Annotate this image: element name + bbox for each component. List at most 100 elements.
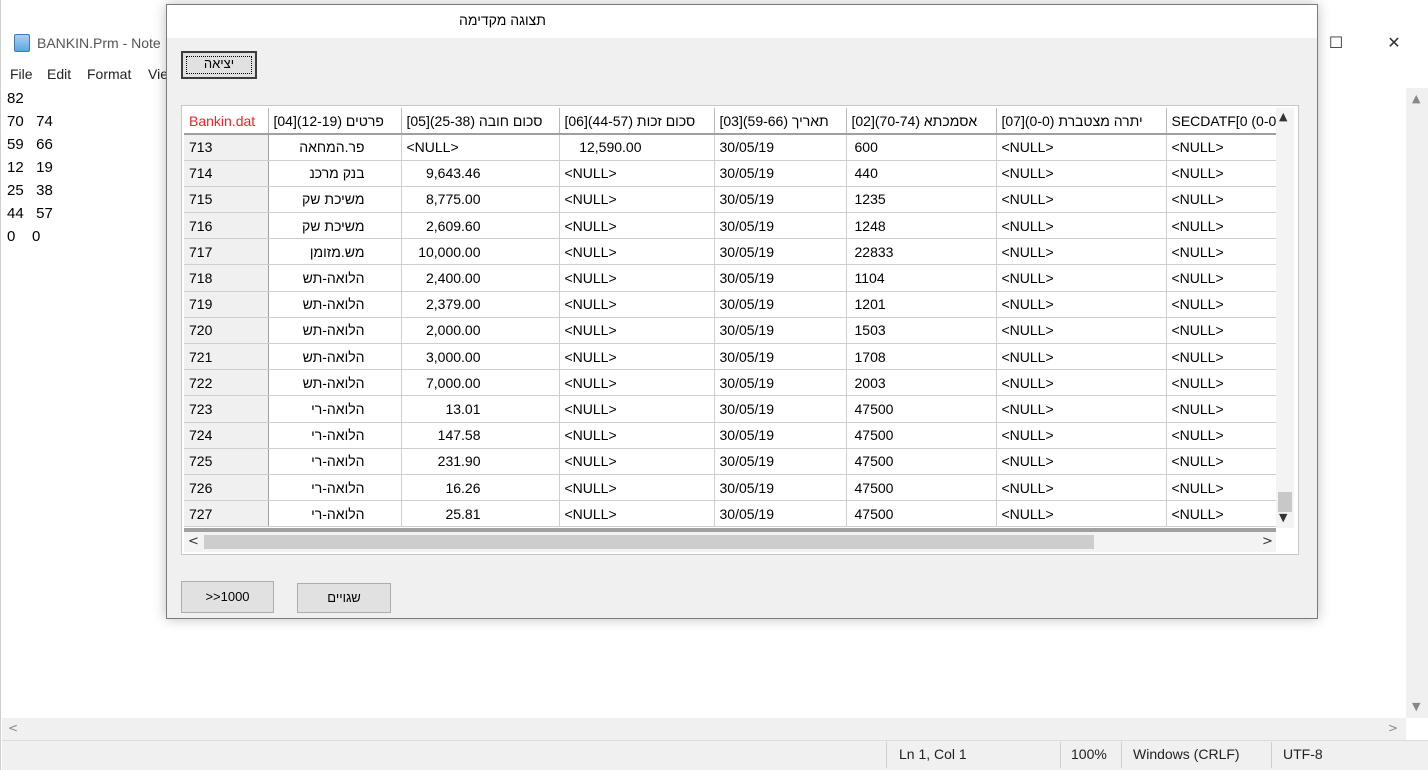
- balance-cell[interactable]: <NULL>: [996, 212, 1167, 240]
- date-cell[interactable]: 30/05/19: [714, 186, 847, 214]
- credit-cell[interactable]: <NULL>: [559, 369, 715, 397]
- row-id-cell[interactable]: 726: [184, 474, 269, 502]
- balance-cell[interactable]: <NULL>: [996, 238, 1167, 266]
- date-cell[interactable]: 30/05/19: [714, 264, 847, 292]
- balance-cell[interactable]: <NULL>: [996, 448, 1167, 475]
- date-cell[interactable]: 30/05/19: [714, 474, 847, 502]
- table-row[interactable]: 719 הלואה-תש 2,379.00 <NULL> 30/05/19 1201 <NU…: [184, 291, 1283, 318]
- secdatf-cell[interactable]: <NULL>: [1166, 317, 1283, 345]
- scroll-up-icon[interactable]: ▲: [1412, 92, 1420, 105]
- column-header-secdatf[interactable]: SECDATF[0 (0-0): [1166, 108, 1283, 135]
- reference-cell[interactable]: 1708: [846, 343, 997, 371]
- debit-cell[interactable]: <NULL>: [401, 134, 560, 161]
- column-header-credit[interactable]: [06]סכום זכות (44-57): [559, 108, 715, 135]
- reference-cell[interactable]: 47500: [846, 448, 997, 475]
- details-cell[interactable]: הלואה-תש: [268, 343, 402, 371]
- debit-cell[interactable]: 16.26: [401, 474, 560, 502]
- table-row[interactable]: 724 הלואה-רי 147.58 <NULL> 30/05/19 47500 <NUL…: [184, 422, 1283, 449]
- credit-cell[interactable]: <NULL>: [559, 343, 715, 371]
- details-cell[interactable]: הלואה-תש: [268, 291, 402, 318]
- credit-cell[interactable]: <NULL>: [559, 395, 715, 423]
- debit-cell[interactable]: 3,000.00: [401, 343, 560, 371]
- date-cell[interactable]: 30/05/19: [714, 134, 847, 161]
- secdatf-cell[interactable]: <NULL>: [1166, 264, 1283, 292]
- details-cell[interactable]: הלואה-תש: [268, 369, 402, 397]
- secdatf-cell[interactable]: <NULL>: [1166, 186, 1283, 214]
- reference-cell[interactable]: 47500: [846, 500, 997, 528]
- secdatf-cell[interactable]: <NULL>: [1166, 291, 1283, 318]
- row-id-cell[interactable]: 720: [184, 317, 269, 345]
- debit-cell[interactable]: 9,643.46: [401, 160, 560, 187]
- date-cell[interactable]: 30/05/19: [714, 448, 847, 475]
- balance-cell[interactable]: <NULL>: [996, 134, 1167, 161]
- row-id-cell[interactable]: 724: [184, 422, 269, 449]
- debit-cell[interactable]: 2,379.00: [401, 291, 560, 318]
- debit-cell[interactable]: 8,775.00: [401, 186, 560, 214]
- row-id-cell[interactable]: 717: [184, 238, 269, 266]
- table-row[interactable]: 715 משיכת שק 8,775.00 <NULL> 30/05/19 1235 <NU…: [184, 186, 1283, 214]
- errors-button[interactable]: שגויים: [297, 583, 391, 613]
- row-id-cell[interactable]: 719: [184, 291, 269, 318]
- details-cell[interactable]: פר.המחאה: [268, 134, 402, 161]
- date-cell[interactable]: 30/05/19: [714, 160, 847, 187]
- table-row[interactable]: 714 בנק מרכנ 9,643.46 <NULL> 30/05/19 440 <NUL…: [184, 160, 1283, 187]
- column-header-balance[interactable]: [07]יתרה מצטברת (0-0): [996, 108, 1167, 135]
- scroll-right-icon[interactable]: >: [1388, 721, 1398, 735]
- secdatf-cell[interactable]: <NULL>: [1166, 134, 1283, 161]
- date-cell[interactable]: 30/05/19: [714, 238, 847, 266]
- scroll-left-icon[interactable]: <: [8, 721, 18, 735]
- secdatf-cell[interactable]: <NULL>: [1166, 160, 1283, 187]
- menu-format[interactable]: Format: [87, 66, 131, 82]
- secdatf-cell[interactable]: <NULL>: [1166, 369, 1283, 397]
- column-header-date[interactable]: [03]תאריך (59-66): [714, 108, 847, 135]
- balance-cell[interactable]: <NULL>: [996, 422, 1167, 449]
- scroll-down-icon[interactable]: ▼: [1412, 700, 1420, 713]
- debit-cell[interactable]: 10,000.00: [401, 238, 560, 266]
- debit-cell[interactable]: 2,000.00: [401, 317, 560, 345]
- credit-cell[interactable]: <NULL>: [559, 500, 715, 528]
- credit-cell[interactable]: 12,590.00: [559, 134, 715, 161]
- row-id-cell[interactable]: 722: [184, 369, 269, 397]
- reference-cell[interactable]: 47500: [846, 395, 997, 423]
- maximize-icon[interactable]: ☐: [1313, 30, 1359, 56]
- grid-scroll-left-icon[interactable]: <: [188, 534, 199, 549]
- debit-cell[interactable]: 2,400.00: [401, 264, 560, 292]
- debit-cell[interactable]: 13.01: [401, 395, 560, 423]
- details-cell[interactable]: בנק מרכנ: [268, 160, 402, 187]
- details-cell[interactable]: הלואה-תש: [268, 317, 402, 345]
- details-cell[interactable]: הלואה-רי: [268, 500, 402, 528]
- column-header-details[interactable]: [04]פרטים (12-19): [268, 108, 402, 135]
- date-cell[interactable]: 30/05/19: [714, 343, 847, 371]
- table-row[interactable]: 725 הלואה-רי 231.90 <NULL> 30/05/19 47500 <NUL…: [184, 448, 1283, 475]
- details-cell[interactable]: הלואה-תש: [268, 264, 402, 292]
- secdatf-cell[interactable]: <NULL>: [1166, 238, 1283, 266]
- details-cell[interactable]: הלואה-רי: [268, 395, 402, 423]
- table-row[interactable]: 721 הלואה-תש 3,000.00 <NULL> 30/05/19 1708 <NU…: [184, 343, 1283, 371]
- date-cell[interactable]: 30/05/19: [714, 369, 847, 397]
- table-row[interactable]: 726 הלואה-רי 16.26 <NULL> 30/05/19 47500 <NULL…: [184, 474, 1283, 502]
- balance-cell[interactable]: <NULL>: [996, 160, 1167, 187]
- menu-edit[interactable]: Edit: [47, 66, 71, 82]
- editor-vertical-scrollbar[interactable]: ▲ ▼: [1406, 88, 1428, 718]
- credit-cell[interactable]: <NULL>: [559, 264, 715, 292]
- table-row[interactable]: 727 הלואה-רי 25.81 <NULL> 30/05/19 47500 <NULL…: [184, 500, 1283, 528]
- credit-cell[interactable]: <NULL>: [559, 212, 715, 240]
- balance-cell[interactable]: <NULL>: [996, 474, 1167, 502]
- date-cell[interactable]: 30/05/19: [714, 500, 847, 528]
- menu-file[interactable]: File: [10, 66, 33, 82]
- table-row[interactable]: 717 מש.מזומן 10,000.00 <NULL> 30/05/19 22833 <…: [184, 238, 1283, 266]
- debit-cell[interactable]: 25.81: [401, 500, 560, 528]
- balance-cell[interactable]: <NULL>: [996, 264, 1167, 292]
- secdatf-cell[interactable]: <NULL>: [1166, 474, 1283, 502]
- details-cell[interactable]: הלואה-רי: [268, 448, 402, 475]
- row-id-cell[interactable]: 714: [184, 160, 269, 187]
- exit-button[interactable]: יציאה: [181, 51, 257, 79]
- reference-cell[interactable]: 22833: [846, 238, 997, 266]
- reference-cell[interactable]: 2003: [846, 369, 997, 397]
- details-cell[interactable]: הלואה-רי: [268, 422, 402, 449]
- close-icon[interactable]: ✕: [1371, 30, 1417, 56]
- reference-cell[interactable]: 47500: [846, 422, 997, 449]
- column-header-reference[interactable]: [02]אסמכתא (70-74): [846, 108, 997, 135]
- date-cell[interactable]: 30/05/19: [714, 212, 847, 240]
- reference-cell[interactable]: 600: [846, 134, 997, 161]
